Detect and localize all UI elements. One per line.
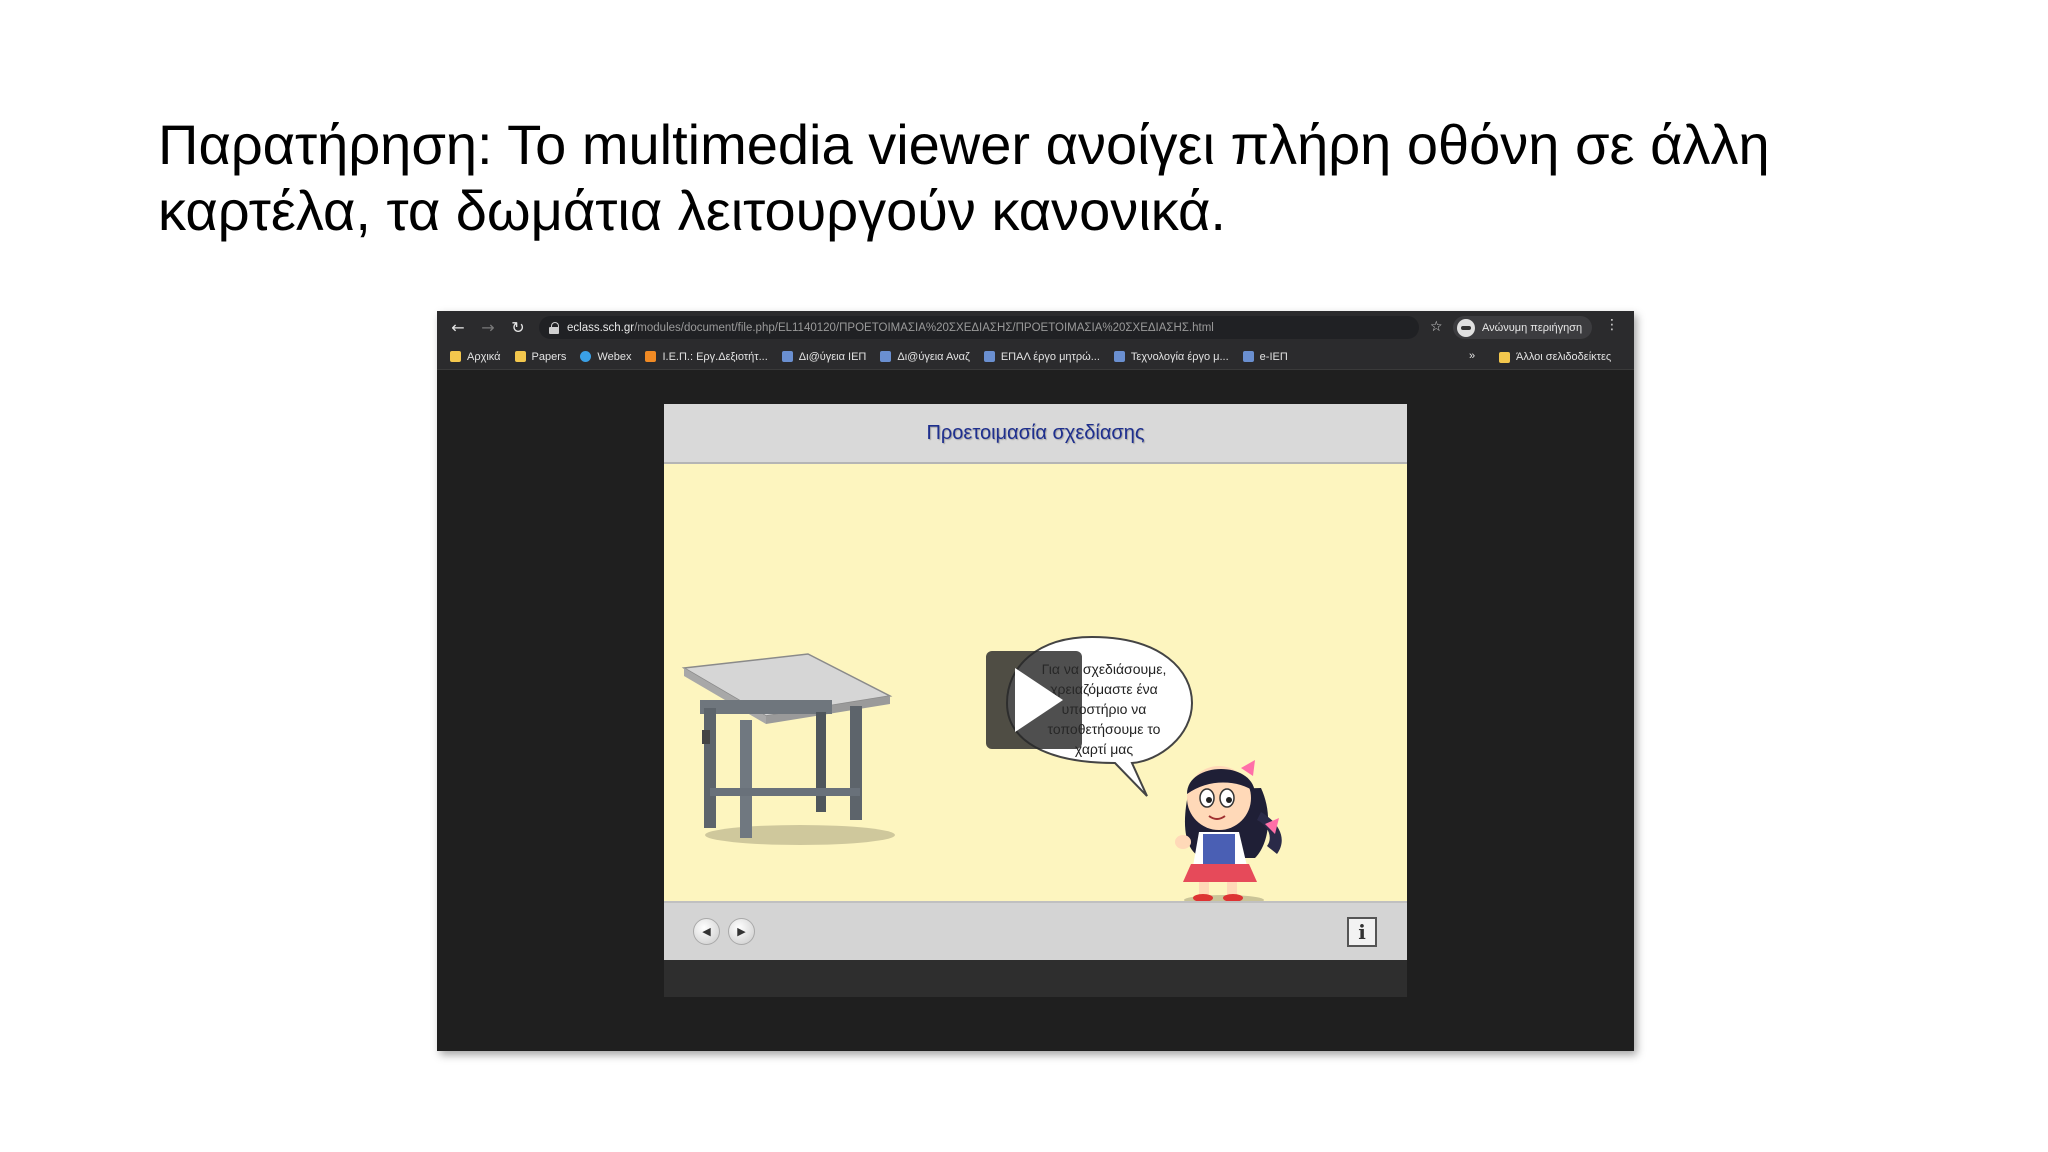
info-button[interactable]: i [1347,917,1377,947]
reload-icon[interactable]: ↻ [503,311,533,344]
play-video-button[interactable] [986,651,1082,749]
bookmark-item[interactable]: Papers [514,350,567,363]
bookmark-item[interactable]: Webex [580,351,631,363]
site-icon [983,351,995,362]
browser-toolbar: ← → ↻ eclass.sch.gr/modules/document/fil… [437,311,1634,344]
kebab-menu-icon[interactable]: ⋮ [1605,317,1619,333]
address-bar[interactable]: eclass.sch.gr/modules/document/file.php/… [539,316,1419,339]
bookmark-label: Δι@ύγεια ΙΕΠ [798,350,867,363]
player-footer [664,960,1407,997]
player-stage: Για να σχεδιάσουμε, χρειαζόμαστε ένα υπο… [664,464,1407,904]
browser-screenshot: ← → ↻ eclass.sch.gr/modules/document/fil… [437,311,1634,1051]
bookmark-item[interactable]: Δι@ύγεια Αναζ [880,350,970,363]
bookmark-item[interactable]: Τεχνολογία έργο μ... [1113,350,1229,363]
bookmark-label: Ι.Ε.Π.: Εργ.Δεξιοτήτ... [662,350,768,363]
slide-title: Παρατήρηση: Το multimedia viewer ανοίγει… [158,112,1918,244]
bookmark-item[interactable]: Ι.Ε.Π.: Εργ.Δεξιοτήτ... [645,350,768,363]
slide-title-line-2: καρτέλα, τα δωμάτια λειτουργούν κανονικά… [158,179,1226,242]
drafting-table-image [681,653,895,845]
forward-arrow-icon[interactable]: → [473,311,503,344]
site-icon [1242,351,1254,362]
cartoon-girl-image [1175,760,1282,904]
folder-icon [450,351,461,362]
next-button[interactable]: ▶ [728,918,755,945]
bookmark-label: ΕΠΑΛ έργο μητρώ... [1000,350,1100,363]
other-bookmarks-label: Άλλοι σελιδοδείκτες [1516,351,1612,363]
slide-title-line-1: Παρατήρηση: Το multimedia viewer ανοίγει… [158,113,1770,176]
bookmark-item[interactable]: ΕΠΑΛ έργο μητρώ... [983,350,1100,363]
url-path: /modules/document/file.php/EL1140120/ΠΡΟ… [634,321,1214,334]
player-title: Προετοιμασία σχεδίασης [664,404,1407,464]
incognito-icon [1457,318,1475,337]
bookmark-label: Papers [531,350,567,363]
site-icon [645,351,657,362]
folder-icon [514,351,526,362]
profile-label: Ανώνυμη περιήγηση [1482,321,1583,334]
globe-icon [580,351,592,362]
bookmark-item[interactable]: e-ΙΕΠ [1242,350,1288,363]
url-host: eclass.sch.gr [567,321,635,334]
incognito-profile-button[interactable]: Ανώνυμη περιήγηση [1453,316,1593,339]
bookmark-label: e-ΙΕΠ [1259,350,1288,363]
bookmark-label: Webex [597,350,632,363]
bookmark-label: Δι@ύγεια Αναζ [897,350,970,363]
player-controls: ◀ ▶ i [664,901,1407,960]
back-arrow-icon[interactable]: ← [443,311,473,344]
previous-button[interactable]: ◀ [693,918,720,945]
bookmark-item[interactable]: Αρχικά [450,351,501,363]
bookmarks-bar: Αρχικά Papers Webex Ι.Ε.Π.: Εργ.Δεξιοτήτ… [437,344,1634,370]
other-bookmarks[interactable]: Άλλοι σελιδοδείκτες [1499,344,1611,370]
site-icon [880,351,892,362]
bookmark-label: Τεχνολογία έργο μ... [1130,350,1229,363]
site-icon [781,351,793,362]
site-icon [1113,351,1125,362]
lock-icon [549,321,559,334]
bookmark-item[interactable]: Δι@ύγεια ΙΕΠ [781,350,867,363]
bookmark-star-icon[interactable]: ☆ [1430,319,1443,335]
more-bookmarks-chevron-icon[interactable]: » [1469,350,1475,362]
folder-icon [1499,351,1510,363]
bookmark-label: Αρχικά [467,350,501,363]
multimedia-player: Προετοιμασία σχεδίασης Για να σχεδιάσουμ… [664,404,1407,997]
